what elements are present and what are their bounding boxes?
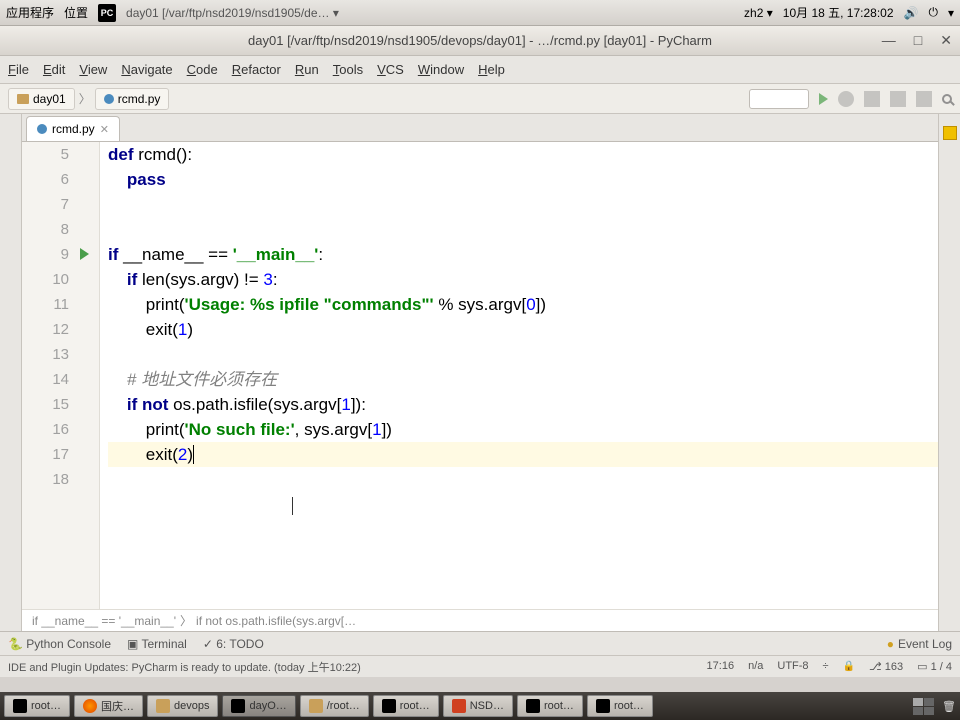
lock-icon[interactable]: [843, 660, 855, 673]
close-button[interactable]: ✕: [940, 32, 952, 49]
coverage-icon[interactable]: [864, 91, 880, 107]
run-icon[interactable]: [819, 93, 828, 105]
python-console-tab[interactable]: 🐍 Python Console: [8, 637, 111, 651]
taskbar-item[interactable]: NSD…: [443, 695, 513, 717]
folder-icon: [309, 699, 323, 713]
pdf-icon: [452, 699, 466, 713]
terminal-icon: [13, 699, 27, 713]
todo-tab[interactable]: ✓ 6: TODO: [203, 637, 264, 651]
code-editor[interactable]: 56 78 910 1112 1314 1516 1718 def rcmd()…: [22, 142, 938, 609]
taskbar-tray: 🗑: [913, 698, 956, 715]
trash-icon[interactable]: 🗑: [942, 700, 956, 713]
window-titlebar: day01 [/var/ftp/nsd2019/nsd1905/devops/d…: [0, 26, 960, 56]
git-branch[interactable]: ⎇ 163: [869, 660, 903, 673]
breadcrumb-file-label: rcmd.py: [118, 92, 161, 106]
power-icon[interactable]: ⏻: [928, 5, 938, 20]
editor-column: rcmd.py ✕ 56 78 910 1112 1314 1516 1718: [22, 114, 938, 631]
breadcrumb-folder-label: day01: [33, 92, 66, 106]
menu-code[interactable]: Code: [187, 62, 218, 77]
pycharm-icon: [231, 699, 245, 713]
editor-content[interactable]: def rcmd(): pass if __name__ == '__main_…: [100, 142, 938, 609]
menu-help[interactable]: Help: [478, 62, 505, 77]
menu-view[interactable]: View: [79, 62, 107, 77]
editor-gutter[interactable]: 56 78 910 1112 1314 1516 1718: [22, 142, 100, 609]
menu-navigate[interactable]: Navigate: [121, 62, 172, 77]
run-config-selector[interactable]: [749, 89, 809, 109]
menu-file[interactable]: File: [8, 62, 29, 77]
menu-edit[interactable]: Edit: [43, 62, 65, 77]
taskbar-item[interactable]: /root…: [300, 695, 369, 717]
menu-window[interactable]: Window: [418, 62, 464, 77]
caret-down-icon[interactable]: ▾: [948, 6, 954, 20]
ime-indicator[interactable]: zh2 ▾: [744, 6, 773, 20]
crumb-a[interactable]: if __name__ == '__main__': [32, 614, 176, 628]
pycharm-icon[interactable]: PC: [98, 4, 116, 22]
taskbar-item[interactable]: root…: [4, 695, 70, 717]
inspection-marker[interactable]: [943, 126, 957, 140]
window-title: day01 [/var/ftp/nsd2019/nsd1905/devops/d…: [248, 33, 712, 48]
editor-tabs: rcmd.py ✕: [22, 114, 938, 142]
status-na: n/a: [748, 660, 763, 673]
chevron-right-icon: 〉: [79, 90, 91, 107]
bottom-tool-panel: 🐍 Python Console ▣ Terminal ✓ 6: TODO Ev…: [0, 631, 960, 655]
memory-indicator[interactable]: ▭ 1 / 4: [917, 660, 952, 673]
places-menu[interactable]: 位置: [64, 4, 88, 21]
breadcrumb-file[interactable]: rcmd.py: [95, 88, 170, 110]
breadcrumb-folder[interactable]: day01: [8, 88, 75, 110]
menu-run[interactable]: Run: [295, 62, 319, 77]
minimize-button[interactable]: —: [882, 32, 896, 49]
os-panel-app-title[interactable]: day01 [/var/ftp/nsd2019/nsd1905/de… ▾: [126, 6, 339, 20]
taskbar-item[interactable]: devops: [147, 695, 218, 717]
maximize-button[interactable]: □: [914, 32, 922, 49]
taskbar-item[interactable]: root…: [373, 695, 439, 717]
cursor-position[interactable]: 17:16: [707, 660, 735, 673]
breadcrumb: day01 〉 rcmd.py: [8, 88, 169, 110]
chevron-right-icon: 〉: [180, 612, 192, 629]
apps-menu[interactable]: 应用程序: [6, 4, 54, 21]
taskbar-item[interactable]: root…: [587, 695, 653, 717]
search-icon[interactable]: [942, 94, 952, 104]
taskbar-item[interactable]: root…: [517, 695, 583, 717]
tab-label: rcmd.py: [52, 122, 95, 136]
gutter-run-icon[interactable]: [80, 248, 89, 260]
status-message: IDE and Plugin Updates: PyCharm is ready…: [8, 659, 361, 675]
secondary-cursor: [292, 497, 293, 515]
debug-icon[interactable]: [838, 91, 854, 107]
stop-icon[interactable]: [890, 91, 906, 107]
folder-icon: [17, 94, 29, 104]
menu-vcs[interactable]: VCS: [377, 62, 404, 77]
os-taskbar: root… 国庆… devops dayO… /root… root… NSD……: [0, 692, 960, 720]
status-bar: IDE and Plugin Updates: PyCharm is ready…: [0, 655, 960, 677]
file-encoding[interactable]: UTF-8: [777, 660, 808, 673]
line-numbers: 56 78 910 1112 1314 1516 1718: [52, 142, 69, 492]
terminal-icon: [382, 699, 396, 713]
os-top-panel: 应用程序 位置 PC day01 [/var/ftp/nsd2019/nsd19…: [0, 0, 960, 26]
python-file-icon: [104, 94, 114, 104]
menu-tools[interactable]: Tools: [333, 62, 363, 77]
right-tool-strip[interactable]: [938, 114, 960, 631]
crumb-b[interactable]: if not os.path.isfile(sys.argv[…: [196, 614, 356, 628]
terminal-icon: [526, 699, 540, 713]
navigation-toolbar: day01 〉 rcmd.py: [0, 84, 960, 114]
taskbar-item[interactable]: 国庆…: [74, 695, 143, 717]
clock: 10月 18 五, 17:28:02: [783, 4, 894, 21]
workspace-switcher[interactable]: [913, 698, 934, 715]
event-log-tab[interactable]: Event Log: [887, 637, 952, 651]
left-tool-strip[interactable]: [0, 114, 22, 631]
terminal-icon: [596, 699, 610, 713]
volume-icon[interactable]: 🔊: [904, 6, 919, 20]
tab-close-icon[interactable]: ✕: [100, 123, 109, 136]
editor-main-area: rcmd.py ✕ 56 78 910 1112 1314 1516 1718: [0, 114, 960, 631]
firefox-icon: [83, 699, 97, 713]
main-menubar: File Edit View Navigate Code Refactor Ru…: [0, 56, 960, 84]
layout-icon[interactable]: [916, 91, 932, 107]
terminal-tab[interactable]: ▣ Terminal: [127, 637, 187, 651]
folder-icon: [156, 699, 170, 713]
python-file-icon: [37, 124, 47, 134]
editor-tab-rcmd[interactable]: rcmd.py ✕: [26, 116, 120, 141]
taskbar-item-active[interactable]: dayO…: [222, 695, 295, 717]
pycharm-window: day01 [/var/ftp/nsd2019/nsd1905/devops/d…: [0, 26, 960, 677]
code-breadcrumb[interactable]: if __name__ == '__main__' 〉 if not os.pa…: [22, 609, 938, 631]
menu-refactor[interactable]: Refactor: [232, 62, 281, 77]
